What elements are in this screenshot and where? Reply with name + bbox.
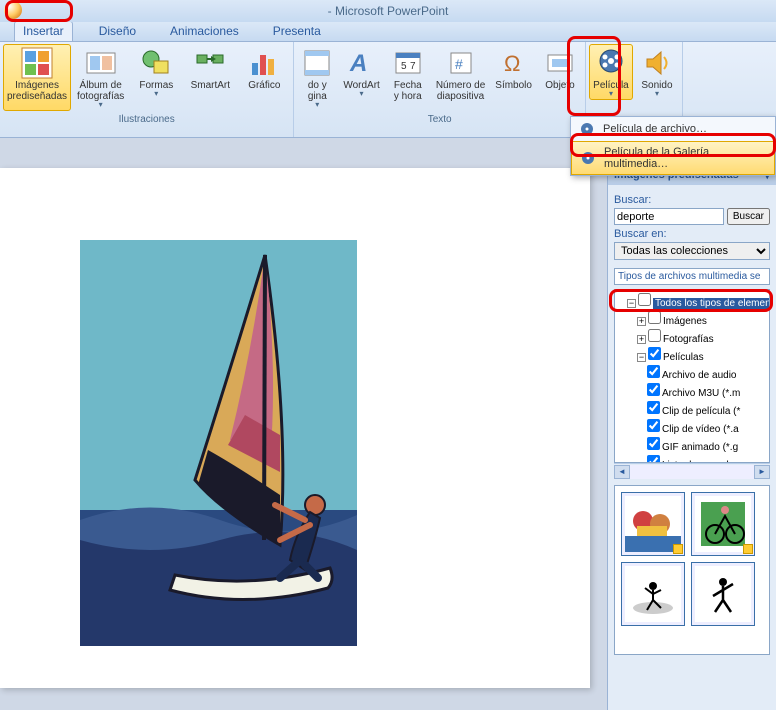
object-button[interactable]: Objeto	[538, 44, 582, 111]
date-time-button[interactable]: 57 Fechay hora	[386, 44, 430, 111]
scroll-left-icon[interactable]: ◄	[614, 465, 630, 479]
svg-text:Ω: Ω	[504, 51, 520, 76]
media-types-combo[interactable]: Tipos de archivos multimedia se	[614, 268, 770, 285]
tab-animaciones[interactable]: Animaciones	[162, 22, 247, 41]
shapes-icon	[140, 47, 172, 79]
search-in-select[interactable]: Todas las colecciones	[614, 242, 770, 260]
tree-fotografias[interactable]: Fotografías	[663, 334, 714, 345]
date-time-label: Fechay hora	[394, 80, 422, 102]
group-title-ilustraciones: Ilustraciones	[0, 113, 293, 127]
scroll-track[interactable]	[630, 465, 754, 479]
movie-from-gallery-label: Película de la Galería multimedia…	[604, 146, 766, 170]
chevron-down-icon: ▾	[315, 102, 319, 108]
tree-imagenes[interactable]: Imágenes	[663, 316, 707, 327]
chevron-down-icon: ▾	[609, 91, 613, 97]
tree-clip-peli[interactable]: Clip de película (*	[662, 406, 740, 417]
slide-workspace	[0, 138, 607, 710]
header-footer-label: do ygina	[308, 80, 327, 102]
chevron-down-icon: ▾	[99, 102, 103, 108]
clipart-icon	[21, 47, 53, 79]
movie-icon	[595, 47, 627, 79]
shapes-button[interactable]: Formas ▾	[130, 44, 182, 111]
date-time-icon: 57	[392, 47, 424, 79]
smartart-icon	[194, 47, 226, 79]
svg-text:5: 5	[401, 61, 407, 72]
slide-number-icon: #	[445, 47, 477, 79]
wordart-button[interactable]: A WordArt ▾	[339, 44, 384, 111]
smartart-label: SmartArt	[191, 80, 230, 91]
tree-hscroll[interactable]: ◄ ►	[614, 463, 770, 479]
chevron-down-icon: ▾	[655, 91, 659, 97]
object-label: Objeto	[545, 80, 574, 91]
photo-album-icon	[85, 47, 117, 79]
object-icon	[544, 47, 576, 79]
ribbon-tabs: Insertar Diseño Animaciones Presenta	[0, 22, 776, 42]
results-grid	[614, 485, 770, 655]
svg-text:A: A	[349, 50, 367, 77]
tree-peliculas[interactable]: Películas	[663, 352, 704, 363]
smartart-button[interactable]: SmartArt	[184, 44, 236, 111]
clipart-pane: Imágenes prediseñadas ▾ Buscar: Buscar B…	[607, 166, 776, 710]
search-input[interactable]	[614, 208, 724, 225]
result-thumb[interactable]	[621, 562, 685, 626]
film-gallery-icon	[580, 150, 596, 166]
title-bar: - Microsoft PowerPoint	[0, 0, 776, 22]
symbol-icon: Ω	[498, 47, 530, 79]
sound-icon	[641, 47, 673, 79]
header-footer-button[interactable]: do ygina ▾	[297, 44, 337, 111]
sound-button[interactable]: Sonido ▾	[635, 44, 679, 100]
tab-diseno[interactable]: Diseño	[91, 22, 144, 41]
scroll-right-icon[interactable]: ►	[754, 465, 770, 479]
media-types-tree[interactable]: −Todos los tipos de elemen +Imágenes +Fo…	[614, 289, 770, 463]
tab-insertar[interactable]: Insertar	[14, 21, 73, 41]
header-footer-icon	[301, 47, 333, 79]
media-types-label: Tipos de archivos multimedia se	[618, 271, 760, 282]
search-button[interactable]: Buscar	[727, 208, 770, 225]
chart-label: Gráfico	[248, 80, 280, 91]
movie-button[interactable]: Película ▾	[589, 44, 633, 100]
wordart-icon: A	[346, 47, 378, 79]
tree-m3u[interactable]: Archivo M3U (*.m	[662, 388, 740, 399]
tree-clip-video[interactable]: Clip de vídeo (*.a	[662, 424, 739, 435]
movie-dropdown: Película de archivo… Película de la Gale…	[570, 116, 776, 176]
svg-text:7: 7	[410, 61, 416, 72]
film-icon	[579, 121, 595, 137]
group-title-texto: Texto	[294, 113, 585, 127]
chevron-down-icon: ▾	[360, 91, 364, 97]
tree-root[interactable]: Todos los tipos de elemen	[653, 298, 770, 309]
slide-number-label: Número dediapositiva	[436, 80, 485, 102]
chevron-down-icon: ▾	[154, 91, 158, 97]
clipart-button[interactable]: Imágenesprediseñadas	[3, 44, 71, 111]
movie-from-file-label: Película de archivo…	[603, 123, 707, 135]
office-button[interactable]	[4, 1, 22, 19]
tree-gif[interactable]: GIF animado (*.g	[662, 442, 738, 453]
tree-audio[interactable]: Archivo de audio	[662, 370, 737, 381]
movie-from-gallery-item[interactable]: Película de la Galería multimedia…	[571, 141, 775, 175]
anim-badge-icon	[673, 544, 683, 554]
photo-album-button[interactable]: Álbum defotografías ▾	[73, 44, 128, 111]
symbol-button[interactable]: Ω Símbolo	[491, 44, 536, 111]
inserted-clipart-image[interactable]	[80, 240, 357, 646]
chart-icon	[248, 47, 280, 79]
clipart-label: Imágenesprediseñadas	[7, 80, 67, 102]
symbol-label: Símbolo	[495, 80, 532, 91]
group-title-media	[586, 102, 682, 116]
movie-from-file-item[interactable]: Película de archivo…	[571, 117, 775, 141]
result-thumb[interactable]	[691, 562, 755, 626]
result-thumb[interactable]	[691, 492, 755, 556]
slide-canvas[interactable]	[0, 168, 590, 688]
search-in-label: Buscar en:	[614, 228, 770, 240]
result-thumb[interactable]	[621, 492, 685, 556]
photo-album-label: Álbum defotografías	[77, 80, 124, 102]
chart-button[interactable]: Gráfico	[238, 44, 290, 111]
slide-number-button[interactable]: # Número dediapositiva	[432, 44, 489, 111]
svg-text:#: #	[455, 56, 463, 72]
anim-badge-icon	[743, 544, 753, 554]
tab-presenta[interactable]: Presenta	[265, 22, 329, 41]
app-title: - Microsoft PowerPoint	[328, 4, 449, 18]
search-label: Buscar:	[614, 194, 770, 206]
